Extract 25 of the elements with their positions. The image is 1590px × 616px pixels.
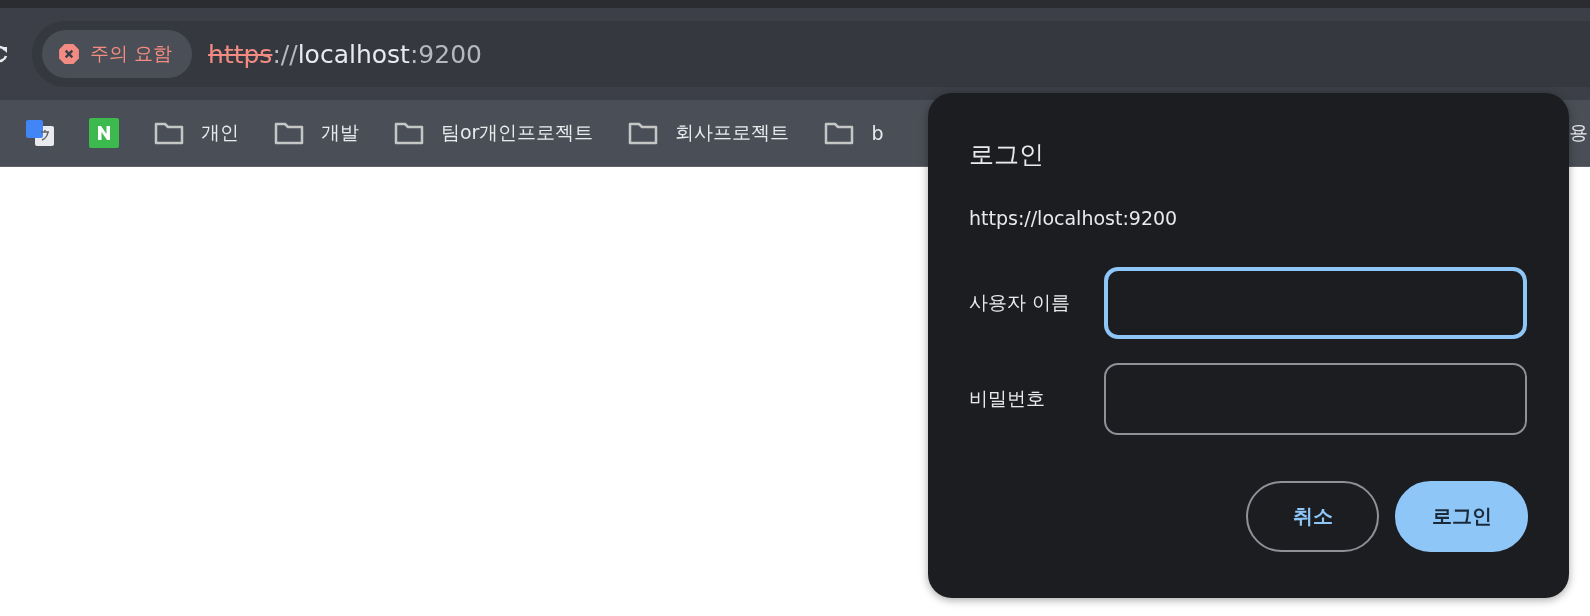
translate-icon[interactable]	[25, 118, 55, 148]
address-bar[interactable]: 주의 요함 https://localhost:9200	[32, 21, 1590, 87]
login-button[interactable]: 로그인	[1395, 481, 1528, 552]
bookmark-folder[interactable]: 개발	[273, 120, 359, 146]
security-warning-chip[interactable]: 주의 요함	[42, 30, 193, 78]
input-field[interactable]	[1104, 363, 1527, 435]
field-label: 사용자 이름	[969, 290, 1072, 315]
security-warning-text: 주의 요함	[90, 41, 173, 66]
input-field[interactable]	[1104, 267, 1527, 339]
folder-icon	[273, 120, 305, 146]
folder-icon	[823, 120, 856, 146]
bookmark-folder[interactable]: b	[823, 120, 884, 146]
field-label: 비밀번호	[969, 386, 1046, 411]
bookmark-folder[interactable]: 회사프로젝트	[627, 120, 790, 146]
url-text: https://localhost:9200	[208, 39, 482, 69]
folder-icon	[393, 120, 425, 146]
folder-icon	[627, 120, 660, 146]
cancel-button[interactable]: 취소	[1246, 481, 1379, 552]
dialog-title: 로그인	[969, 139, 1045, 171]
bookmark-folder[interactable]: 개인	[153, 120, 239, 146]
bookmark-item[interactable]: 용	[1569, 120, 1590, 146]
error-icon	[58, 43, 80, 65]
bookmark-folder[interactable]: 팀or개인프로젝트	[393, 120, 594, 146]
folder-icon	[153, 120, 185, 146]
site-origin: https://localhost:9200	[969, 207, 1179, 229]
